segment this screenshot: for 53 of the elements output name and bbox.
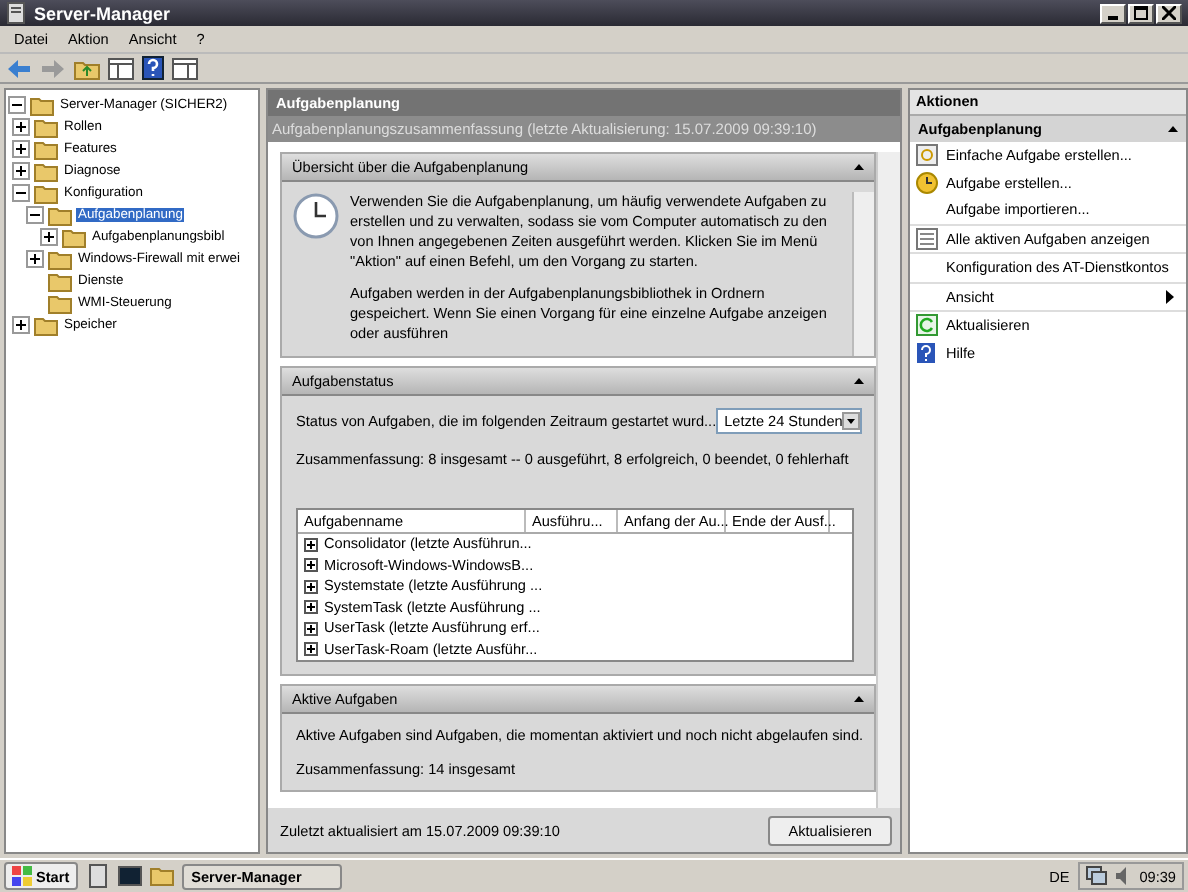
expand-icon[interactable] <box>304 579 318 594</box>
folder-icon <box>48 248 72 270</box>
close-icon <box>1162 6 1176 20</box>
collapse-icon[interactable] <box>8 96 26 114</box>
folder-up-icon[interactable] <box>74 57 100 79</box>
collapse-icon[interactable] <box>12 184 30 202</box>
expand-icon[interactable] <box>12 118 30 136</box>
refresh-icon <box>916 314 938 337</box>
expand-icon[interactable] <box>12 162 30 180</box>
folder-icon <box>34 182 58 204</box>
collapse-arrow-icon[interactable] <box>854 378 864 384</box>
expand-icon[interactable] <box>304 537 318 552</box>
collapse-arrow-icon[interactable] <box>854 696 864 702</box>
terminal-icon[interactable] <box>117 864 142 888</box>
maximize-button[interactable] <box>1128 3 1154 23</box>
collapse-arrow-icon[interactable] <box>1168 126 1178 132</box>
collapse-arrow-icon[interactable] <box>854 164 864 170</box>
expand-icon[interactable] <box>12 316 30 334</box>
clock-icon <box>292 192 340 240</box>
wizard-icon <box>916 144 938 167</box>
panel-icon[interactable] <box>172 57 198 79</box>
clock-icon <box>916 171 938 194</box>
folder-icon <box>34 314 58 336</box>
server-icon[interactable] <box>85 864 110 888</box>
window-title: Server-Manager <box>34 3 171 23</box>
back-arrow-icon[interactable] <box>6 57 32 79</box>
expand-icon[interactable] <box>304 642 318 657</box>
minimize-button[interactable] <box>1100 3 1126 23</box>
folder-icon <box>48 292 72 314</box>
collapse-icon[interactable] <box>26 206 44 224</box>
expand-icon[interactable] <box>304 558 318 573</box>
maximize-icon <box>1134 6 1148 20</box>
server-icon <box>6 2 26 24</box>
folder-icon <box>30 94 54 116</box>
folder-icon <box>48 204 72 226</box>
expand-icon[interactable] <box>40 228 58 246</box>
windows-logo-icon <box>12 866 32 886</box>
folder-icon <box>34 138 58 160</box>
list-icon <box>916 227 938 250</box>
folder-icon <box>48 270 72 292</box>
help-icon <box>916 341 936 364</box>
network-icon[interactable] <box>1085 866 1108 886</box>
expand-icon[interactable] <box>26 250 44 268</box>
folder-icon <box>62 226 86 248</box>
panel-icon[interactable] <box>108 57 134 79</box>
help-icon[interactable] <box>142 56 164 80</box>
submenu-arrow-icon <box>1166 289 1174 304</box>
expand-icon[interactable] <box>12 140 30 158</box>
folder-icon <box>34 116 58 138</box>
expand-icon[interactable] <box>304 600 318 615</box>
expand-icon[interactable] <box>304 621 318 636</box>
folder-icon <box>34 160 58 182</box>
close-button[interactable] <box>1156 3 1182 23</box>
